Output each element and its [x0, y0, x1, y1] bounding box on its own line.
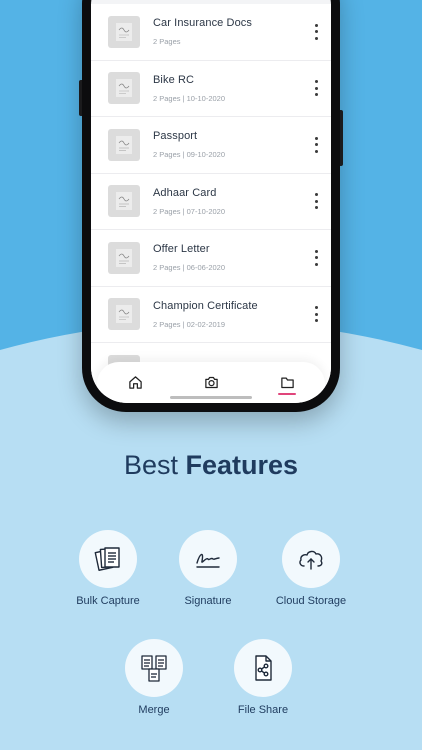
more-options-icon[interactable]: [312, 193, 320, 210]
section-headline: Best Features: [0, 450, 422, 481]
feature-file-share: File Share: [208, 639, 318, 716]
feature-label: File Share: [237, 704, 289, 716]
feature-cloud-storage: Cloud Storage: [256, 530, 366, 607]
document-thumbnail: [108, 241, 140, 274]
document-meta: 2 Pages | 07-10-2020: [153, 206, 226, 216]
feature-merge: Merge: [99, 639, 209, 716]
document-thumbnail: [108, 72, 140, 105]
nav-home-button[interactable]: [123, 375, 147, 399]
home-indicator: [170, 396, 252, 399]
document-title: Car Insurance Docs: [153, 17, 253, 30]
feature-signature: Signature: [153, 530, 263, 607]
document-item[interactable]: Passport 2 Pages | 09-10-2020: [91, 117, 331, 174]
signature-icon: [196, 553, 220, 568]
document-thumbnail: [108, 128, 140, 161]
more-options-icon[interactable]: [312, 249, 320, 266]
document-meta: 2 Pages | 09-10-2020: [153, 150, 226, 160]
document-title: Champion Certificate: [153, 299, 258, 312]
bulk-capture-icon: [94, 547, 120, 571]
folder-icon: [280, 377, 294, 389]
document-title: Offer Letter: [153, 243, 210, 256]
document-list: Car Insurance Docs 2 Pages Bike RC 2 Pag…: [91, 4, 331, 400]
more-options-icon[interactable]: [312, 136, 320, 153]
document-meta: 2 Pages | 06-06-2020: [153, 263, 226, 273]
document-thumbnail: [108, 15, 140, 48]
phone-screen: Car Insurance Docs 2 Pages Bike RC 2 Pag…: [91, 0, 331, 403]
headline-bold: Features: [185, 450, 299, 480]
feature-bulk-capture: Bulk Capture: [53, 530, 163, 607]
document-item[interactable]: Offer Letter 2 Pages | 06-06-2020: [91, 230, 331, 287]
document-title: Passport: [153, 130, 198, 143]
document-thumbnail: [108, 185, 140, 218]
document-title: Adhaar Card: [153, 186, 217, 199]
active-tab-indicator: [278, 393, 296, 395]
feature-label: Cloud Storage: [275, 595, 347, 607]
headline-light: Best: [123, 450, 178, 480]
document-item[interactable]: Bike RC 2 Pages | 10-10-2020: [91, 60, 331, 117]
camera-icon: [204, 376, 218, 389]
document-title: Bike RC: [153, 73, 195, 86]
more-options-icon[interactable]: [312, 23, 320, 40]
feature-label: Bulk Capture: [76, 595, 140, 607]
nav-folder-button[interactable]: [275, 375, 299, 399]
document-item[interactable]: Adhaar Card 2 Pages | 07-10-2020: [91, 173, 331, 230]
home-icon: [128, 376, 142, 389]
file-share-icon: [255, 655, 272, 681]
document-item[interactable]: Car Insurance Docs 2 Pages: [91, 4, 331, 61]
document-meta: 2 Pages: [153, 37, 181, 47]
more-options-icon[interactable]: [312, 306, 320, 323]
merge-icon: [141, 655, 167, 682]
phone-mockup: Car Insurance Docs 2 Pages Bike RC 2 Pag…: [79, 0, 343, 412]
cloud-upload-icon: [299, 550, 323, 570]
feature-label: Merge: [138, 704, 170, 716]
document-meta: 2 Pages | 10-10-2020: [153, 93, 226, 103]
document-item[interactable]: Champion Certificate 2 Pages | 02-02-201…: [91, 286, 331, 343]
document-meta: 2 Pages | 02-02-2019: [153, 319, 226, 329]
document-thumbnail: [108, 298, 140, 331]
more-options-icon[interactable]: [312, 80, 320, 97]
feature-label: Signature: [184, 595, 232, 607]
